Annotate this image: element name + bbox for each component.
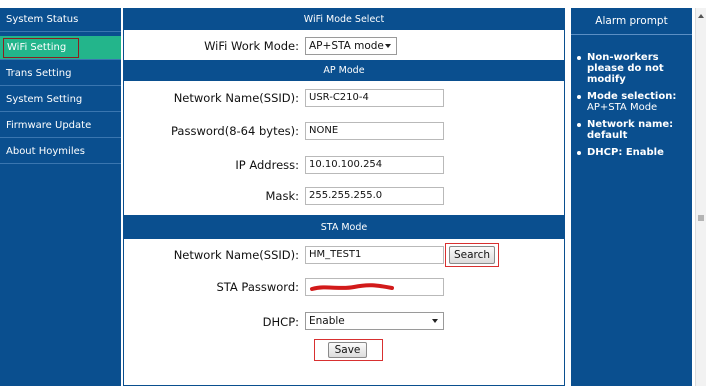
ap-mask-input[interactable]: 255.255.255.0 — [305, 187, 444, 205]
ap-mask-label: Mask: — [265, 189, 300, 203]
chevron-down-icon — [385, 44, 391, 48]
sidebar-item-label: Firmware Update — [6, 120, 92, 131]
sidebar-nav: System Status WiFi Setting Trans Setting… — [0, 8, 121, 386]
ap-ssid-input[interactable]: USR-C210-4 — [305, 89, 444, 107]
sta-ssid-input[interactable]: HM_TEST1 — [305, 246, 444, 264]
sidebar-item-firmware-update[interactable]: Firmware Update — [0, 114, 121, 138]
alarm-item: Mode selection: AP+STA Mode — [577, 91, 689, 113]
ap-password-label: Password(8-64 bytes): — [171, 124, 299, 138]
ap-ssid-label: Network Name(SSID): — [173, 91, 299, 105]
sidebar-item-about-hoymiles[interactable]: About Hoymiles — [0, 140, 121, 164]
sidebar-item-label: Trans Setting — [6, 68, 72, 79]
alarm-item-bold: Mode selection: — [587, 91, 677, 102]
sidebar-item-trans-setting[interactable]: Trans Setting — [0, 62, 121, 86]
ap-ip-input[interactable]: 10.10.100.254 — [305, 156, 444, 174]
alarm-item: DHCP: Enable — [577, 147, 689, 158]
ap-ip-label: IP Address: — [235, 158, 299, 172]
wifi-work-mode-label: WiFi Work Mode: — [204, 39, 299, 53]
wifi-settings-panel: WiFi Mode Select WiFi Work Mode: AP+STA … — [123, 8, 565, 386]
sidebar-item-system-status[interactable]: System Status — [0, 8, 121, 32]
sta-mode-header: STA Mode — [124, 215, 564, 239]
wifi-work-mode-value: AP+STA mode — [309, 40, 384, 52]
redaction-scribble — [310, 283, 394, 291]
alarm-item: Network name: default — [577, 119, 689, 141]
dhcp-label: DHCP: — [262, 315, 299, 329]
dhcp-value: Enable — [309, 315, 345, 327]
ap-mode-header: AP Mode — [124, 60, 564, 81]
chevron-down-icon — [432, 319, 438, 323]
search-button[interactable]: Search — [449, 246, 495, 264]
vertical-scrollbar[interactable] — [695, 8, 706, 386]
alarm-item-bold: Non-workers please do not modify — [587, 52, 664, 85]
alarm-item: Non-workers please do not modify — [577, 52, 689, 85]
alarm-prompt-title: Alarm prompt — [571, 8, 692, 35]
sta-password-input[interactable] — [305, 278, 444, 296]
sta-password-label: STA Password: — [216, 280, 299, 294]
dhcp-select[interactable]: Enable — [305, 312, 444, 330]
ap-password-input[interactable]: NONE — [305, 122, 444, 140]
sidebar-item-label: WiFi Setting — [3, 38, 80, 58]
scroll-grip-icon[interactable] — [696, 213, 706, 223]
sidebar-item-label: About Hoymiles — [6, 146, 85, 157]
alarm-item-bold: Network name: — [587, 119, 674, 130]
save-button[interactable]: Save — [328, 342, 367, 358]
sta-ssid-label: Network Name(SSID): — [173, 248, 299, 262]
alarm-item-bold: DHCP: Enable — [587, 147, 664, 158]
alarm-prompt-list: Non-workers please do not modify Mode se… — [571, 52, 689, 164]
sidebar-item-label: System Status — [6, 14, 79, 25]
alarm-prompt-panel: Alarm prompt Non-workers please do not m… — [571, 8, 692, 386]
wifi-work-mode-select[interactable]: AP+STA mode — [305, 37, 397, 55]
alarm-item-text: default — [587, 130, 628, 141]
alarm-item-text: AP+STA Mode — [587, 102, 658, 113]
wifi-mode-header: WiFi Mode Select — [124, 9, 564, 30]
scroll-up-arrow-icon[interactable] — [696, 11, 706, 21]
sidebar-item-wifi-setting[interactable]: WiFi Setting — [0, 36, 121, 60]
sidebar-item-label: System Setting — [6, 94, 83, 105]
sidebar-item-system-setting[interactable]: System Setting — [0, 88, 121, 112]
